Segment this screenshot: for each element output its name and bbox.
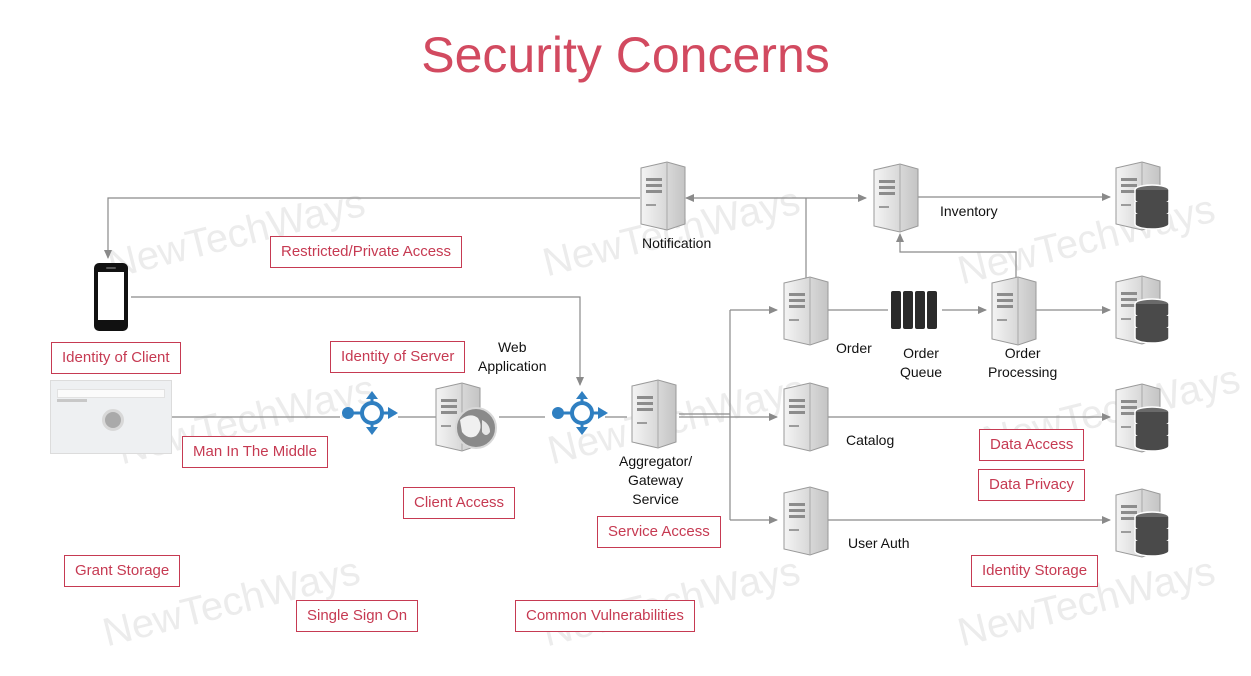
database-icon (1115, 383, 1170, 453)
tag-identity-of-client: Identity of Client (51, 342, 181, 374)
server-icon (631, 379, 677, 449)
browser-window-icon (50, 380, 172, 454)
mobile-phone-icon (94, 263, 128, 331)
tag-data-privacy: Data Privacy (978, 469, 1086, 501)
label-notification: Notification (642, 235, 712, 251)
tag-man-in-the-middle: Man In The Middle (182, 436, 328, 468)
server-icon (640, 161, 686, 231)
database-icon (1115, 161, 1170, 231)
label-user-auth: User Auth (848, 535, 910, 551)
label-web-application: Web Application (478, 339, 547, 374)
label-order: Order (836, 340, 872, 356)
label-catalog: Catalog (846, 432, 895, 448)
tag-service-access: Service Access (597, 516, 721, 548)
tag-client-access: Client Access (403, 487, 516, 519)
database-icon (1115, 488, 1170, 558)
message-queue-icon (891, 291, 937, 329)
label-aggregator-gateway: Aggregator/ Gateway Service (619, 453, 693, 507)
proxy-router-icon (550, 389, 610, 437)
tag-identity-of-server: Identity of Server (330, 341, 466, 373)
server-icon (783, 382, 829, 452)
tag-grant-storage: Grant Storage (64, 555, 181, 587)
tag-common-vulnerabilities: Common Vulnerabilities (515, 600, 695, 632)
tag-restricted-private-access: Restricted/Private Access (270, 236, 463, 268)
web-server-globe-icon (435, 382, 497, 452)
server-icon (783, 486, 829, 556)
label-inventory: Inventory (940, 203, 998, 219)
tag-single-sign-on: Single Sign On (296, 600, 419, 632)
tag-identity-storage: Identity Storage (971, 555, 1099, 587)
label-order-queue: Order Queue (900, 345, 943, 380)
server-icon (991, 276, 1037, 346)
label-order-processing: Order Processing (988, 345, 1058, 380)
server-icon (873, 163, 919, 233)
proxy-router-icon (340, 389, 400, 437)
tag-data-access: Data Access (979, 429, 1085, 461)
server-icon (783, 276, 829, 346)
database-icon (1115, 275, 1170, 345)
